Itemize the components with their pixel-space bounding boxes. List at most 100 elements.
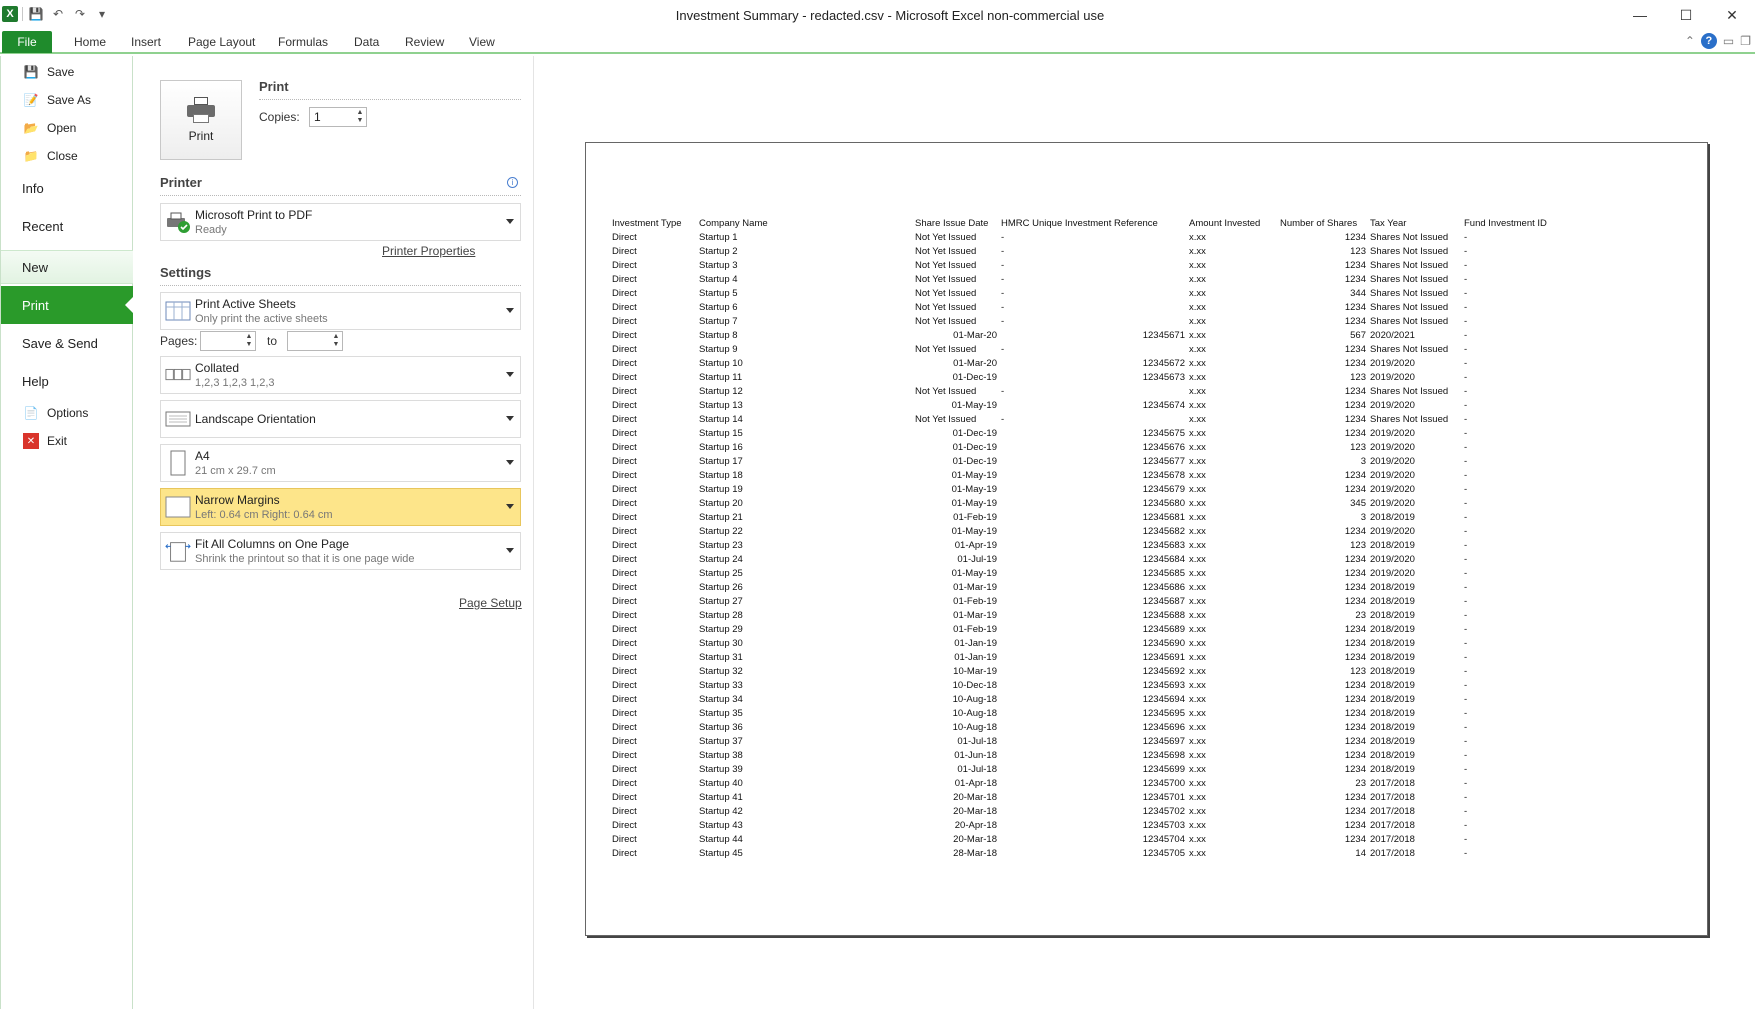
table-cell: 1234 (1344, 624, 1366, 635)
table-cell: 2019/2020 (1370, 526, 1415, 537)
table-cell: 1234 (1344, 274, 1366, 285)
tab-review[interactable]: Review (405, 32, 444, 52)
table-cell: Startup 6 (699, 302, 738, 313)
table-cell: 12345690 (1142, 638, 1185, 649)
table-cell: Direct (612, 428, 637, 439)
nav-label: Save As (47, 93, 92, 107)
table-cell: 1234 (1344, 344, 1366, 355)
column-header: Investment Type (612, 218, 682, 229)
info-icon[interactable]: i (507, 177, 518, 188)
copies-stepper[interactable]: 1 ▲ ▼ (309, 107, 367, 127)
page-setup-link[interactable]: Page Setup (459, 596, 522, 610)
table-cell: x.xx (1189, 372, 1206, 383)
tab-page-layout[interactable]: Page Layout (188, 32, 255, 52)
nav-close[interactable]: 📁 Close (1, 146, 133, 166)
table-cell: - (1464, 246, 1468, 257)
nav-exit[interactable]: ✕ Exit (1, 431, 133, 451)
tab-formulas[interactable]: Formulas (278, 32, 328, 52)
table-row: Direct Startup 29 01-Feb-19 12345689 x.xx 123… (612, 623, 1554, 637)
paper-size-dropdown[interactable]: A4 21 cm x 29.7 cm (160, 444, 521, 482)
nav-options[interactable]: 📄 Options (1, 403, 133, 423)
table-cell: 2018/2019 (1370, 624, 1415, 635)
table-cell: Startup 22 (699, 526, 743, 537)
exit-icon: ✕ (23, 433, 39, 449)
pages-to-input[interactable]: ▲ ▼ (287, 331, 343, 351)
nav-label: Close (47, 149, 78, 163)
table-cell: - (1464, 596, 1468, 607)
table-row: Direct Startup 20 01-May-19 12345680 x.xx 345… (612, 497, 1554, 511)
maximize-icon[interactable]: ☐ (1663, 0, 1709, 30)
chevron-down-icon (506, 460, 514, 465)
collation-dropdown[interactable]: Collated 1,2,3 1,2,3 1,2,3 (160, 356, 521, 394)
table-cell: 20-Mar-18 (953, 792, 997, 803)
spinner-arrows-icon[interactable]: ▲ ▼ (332, 333, 340, 349)
margins-dropdown[interactable]: Narrow Margins Left: 0.64 cm Right: 0.64… (160, 488, 521, 526)
table-cell: - (1464, 582, 1468, 593)
close-icon[interactable]: ✕ (1709, 0, 1755, 30)
table-cell: 12345689 (1142, 624, 1185, 635)
nav-info[interactable]: Info (1, 174, 133, 202)
print-what-dropdown[interactable]: Print Active Sheets Only print the activ… (160, 292, 521, 330)
table-cell: - (1464, 848, 1468, 859)
collated-icon (165, 363, 191, 387)
table-cell: 10-Aug-18 (952, 708, 997, 719)
printer-properties-link[interactable]: Printer Properties (382, 244, 475, 258)
table-cell: 10-Mar-19 (953, 666, 997, 677)
spinner-arrows-icon[interactable]: ▲ ▼ (356, 109, 364, 125)
table-cell: 12345686 (1142, 582, 1185, 593)
print-button[interactable]: Print (160, 80, 242, 160)
table-cell: x.xx (1189, 330, 1206, 341)
table-row: Direct Startup 40 01-Apr-18 12345700 x.xx 23 2… (612, 777, 1554, 791)
table-cell: x.xx (1189, 400, 1206, 411)
restore-window-icon[interactable]: ▭ (1723, 34, 1734, 48)
nav-new[interactable]: New (1, 250, 133, 284)
help-icon[interactable]: ? (1700, 33, 1717, 49)
table-cell: 12345703 (1142, 820, 1185, 831)
table-cell: Startup 30 (699, 638, 743, 649)
tab-file[interactable]: File (2, 31, 52, 53)
nav-open[interactable]: 📂 Open (1, 118, 133, 138)
nav-save-as[interactable]: 📝 Save As (1, 90, 133, 110)
table-cell: 01-Dec-19 (952, 372, 997, 383)
spinner-arrows-icon[interactable]: ▲ ▼ (245, 333, 253, 349)
table-cell: Startup 38 (699, 750, 743, 761)
printer-dropdown[interactable]: Microsoft Print to PDF Ready (160, 203, 521, 241)
table-cell: 12345680 (1142, 498, 1185, 509)
nav-save[interactable]: 💾 Save (1, 62, 133, 82)
table-cell: 567 (1350, 330, 1366, 341)
table-cell: x.xx (1189, 428, 1206, 439)
preview-page[interactable]: Investment Type Company Name Share Issue… (585, 142, 1708, 936)
pages-from-input[interactable]: ▲ ▼ (200, 331, 256, 351)
table-cell: 2018/2019 (1370, 596, 1415, 607)
table-cell: - (1464, 260, 1468, 271)
minimize-ribbon-icon[interactable]: ⌃ (1685, 34, 1695, 48)
table-cell: x.xx (1189, 596, 1206, 607)
restore-down-icon[interactable]: ❐ (1740, 34, 1751, 48)
table-cell: Startup 2 (699, 246, 738, 257)
table-cell: Startup 42 (699, 806, 743, 817)
nav-save-send[interactable]: Save & Send (1, 326, 133, 360)
tab-home[interactable]: Home (74, 32, 106, 52)
minimize-icon[interactable]: — (1617, 0, 1663, 30)
table-cell (1001, 329, 1101, 343)
scaling-dropdown[interactable]: Fit All Columns on One Page Shrink the p… (160, 532, 521, 570)
nav-print[interactable]: Print (1, 286, 134, 324)
table-cell: Direct (612, 652, 637, 663)
table-cell: - (1464, 610, 1468, 621)
table-row: Direct Startup 3 Not Yet Issued - x.xx 1234 Sh… (612, 259, 1554, 273)
table-cell: 2018/2019 (1370, 750, 1415, 761)
margins-icon (165, 495, 191, 519)
nav-help[interactable]: Help (1, 364, 133, 398)
tab-view[interactable]: View (469, 32, 495, 52)
table-cell: - (1464, 778, 1468, 789)
table-cell: Direct (612, 666, 637, 677)
chevron-down-icon (506, 504, 514, 509)
tab-insert[interactable]: Insert (131, 32, 161, 52)
table-cell: x.xx (1189, 386, 1206, 397)
table-cell: - (1464, 526, 1468, 537)
table-cell: x.xx (1189, 750, 1206, 761)
nav-recent[interactable]: Recent (1, 212, 133, 240)
table-cell: Startup 1 (699, 232, 738, 243)
orientation-dropdown[interactable]: Landscape Orientation (160, 400, 521, 438)
tab-data[interactable]: Data (354, 32, 379, 52)
